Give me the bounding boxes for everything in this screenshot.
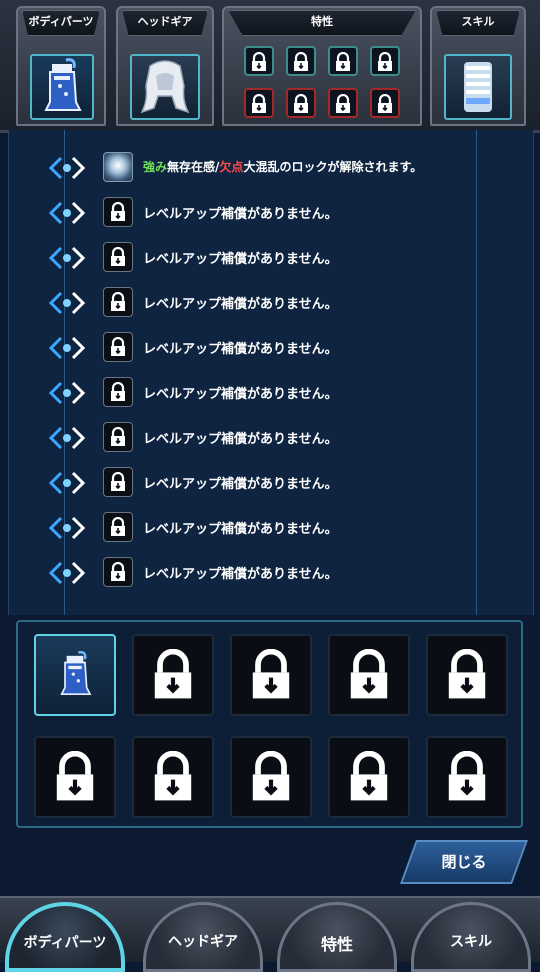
reward-text: レベルアップ補償がありません。 <box>143 342 338 357</box>
orb-icon <box>103 152 133 182</box>
level-marker-icon <box>49 246 85 270</box>
level-marker-icon <box>49 291 85 315</box>
strength-name: 無存在感 <box>167 160 216 174</box>
level-marker-icon <box>49 201 85 225</box>
reward-text: レベルアップ補償がありません。 <box>143 297 338 312</box>
reward-text: レベルアップ補償がありません。 <box>143 252 338 267</box>
trait-lock-weakness-2[interactable] <box>286 88 316 118</box>
lock-icon <box>252 649 290 699</box>
weakness-label: 欠点 <box>219 160 244 174</box>
reward-text: レベルアップ補償がありません。 <box>143 387 338 402</box>
reward-text: 強み無存在感/欠点大混乱のロックが解除されます。 <box>143 158 422 175</box>
lock-icon <box>103 242 133 272</box>
slot-title: ボディパーツ <box>22 10 100 36</box>
reward-text: レベルアップ補償がありません。 <box>143 522 338 537</box>
skill-item-image[interactable] <box>444 54 512 120</box>
trait-lock-strength-2[interactable] <box>286 46 316 76</box>
body-parts-slot[interactable]: ボディパーツ <box>16 6 106 126</box>
lock-icon <box>103 197 133 227</box>
lock-icon <box>252 751 290 801</box>
lock-icon <box>103 377 133 407</box>
unlock-suffix: のロックが解除されます。 <box>279 160 423 174</box>
lock-icon <box>154 751 192 801</box>
lock-icon <box>448 649 486 699</box>
traits-slot[interactable]: 特性 <box>222 6 422 126</box>
reward-row: レベルアップ補償がありません。 <box>9 553 529 593</box>
slot-title: 特性 <box>228 10 416 36</box>
equipment-bar: ボディパーツ ヘッドギア 特性 スキル <box>0 0 540 133</box>
reward-row: レベルアップ補償がありません。 <box>9 418 529 458</box>
trait-lock-weakness-1[interactable] <box>244 88 274 118</box>
lock-icon <box>103 332 133 362</box>
level-marker-icon <box>49 516 85 540</box>
head-gear-item-image[interactable] <box>130 54 200 120</box>
trait-lock-weakness-3[interactable] <box>328 88 358 118</box>
lock-icon <box>448 751 486 801</box>
parts-grid <box>16 620 523 828</box>
lock-icon <box>350 751 388 801</box>
lock-icon <box>103 422 133 452</box>
slot-title: ヘッドギア <box>122 10 208 36</box>
reward-row: 強み無存在感/欠点大混乱のロックが解除されます。 <box>9 148 529 188</box>
part-cell-locked[interactable] <box>328 736 410 818</box>
reward-row: レベルアップ補償がありません。 <box>9 508 529 548</box>
reward-text: レベルアップ補償がありません。 <box>143 567 338 582</box>
reward-row: レベルアップ補償がありません。 <box>9 463 529 503</box>
tab-label: ボディパーツ <box>23 935 107 951</box>
level-marker-icon <box>49 561 85 585</box>
level-marker-icon <box>49 471 85 495</box>
part-cell-locked[interactable] <box>426 634 508 716</box>
part-cell-locked[interactable] <box>328 634 410 716</box>
level-reward-list: 強み無存在感/欠点大混乱のロックが解除されます。 レベルアップ補償がありません。… <box>8 130 534 615</box>
tab-label: スキル <box>450 934 492 950</box>
close-button[interactable]: 閉じる <box>399 840 529 884</box>
tab-label: 特性 <box>320 935 353 954</box>
trait-lock-strength-1[interactable] <box>244 46 274 76</box>
lock-icon <box>350 649 388 699</box>
head-gear-slot[interactable]: ヘッドギア <box>116 6 214 126</box>
reward-row: レベルアップ補償がありません。 <box>9 328 529 368</box>
part-cell-locked[interactable] <box>132 736 214 818</box>
reward-row: レベルアップ補償がありません。 <box>9 238 529 278</box>
part-cell-body-item[interactable] <box>34 634 116 716</box>
level-marker-icon <box>49 426 85 450</box>
reward-row: レベルアップ補償がありません。 <box>9 283 529 323</box>
lock-icon <box>103 467 133 497</box>
level-marker-icon <box>49 336 85 360</box>
trait-lock-weakness-4[interactable] <box>370 88 400 118</box>
part-cell-locked[interactable] <box>132 634 214 716</box>
lock-icon <box>56 751 94 801</box>
lock-icon <box>103 512 133 542</box>
slot-title: スキル <box>436 10 520 36</box>
lock-icon <box>154 649 192 699</box>
tab-label: ヘッドギア <box>168 934 238 950</box>
reward-row: レベルアップ補償がありません。 <box>9 373 529 413</box>
part-cell-locked[interactable] <box>426 736 508 818</box>
reward-text: レベルアップ補償がありません。 <box>143 477 338 492</box>
strength-label: 強み <box>143 160 168 174</box>
part-cell-locked[interactable] <box>230 736 312 818</box>
reward-text: レベルアップ補償がありません。 <box>143 207 338 222</box>
level-marker-icon <box>49 381 85 405</box>
reward-text: レベルアップ補償がありません。 <box>143 432 338 447</box>
body-part-item-image[interactable] <box>30 54 94 120</box>
close-button-label: 閉じる <box>441 853 487 871</box>
reward-row: レベルアップ補償がありません。 <box>9 193 529 233</box>
skill-slot[interactable]: スキル <box>430 6 526 126</box>
part-cell-locked[interactable] <box>230 634 312 716</box>
trait-lock-strength-4[interactable] <box>370 46 400 76</box>
level-marker-icon <box>49 156 85 180</box>
lock-icon <box>103 287 133 317</box>
trait-lock-strength-3[interactable] <box>328 46 358 76</box>
weakness-name: 大混乱 <box>243 160 280 174</box>
lock-icon <box>103 557 133 587</box>
part-cell-locked[interactable] <box>34 736 116 818</box>
